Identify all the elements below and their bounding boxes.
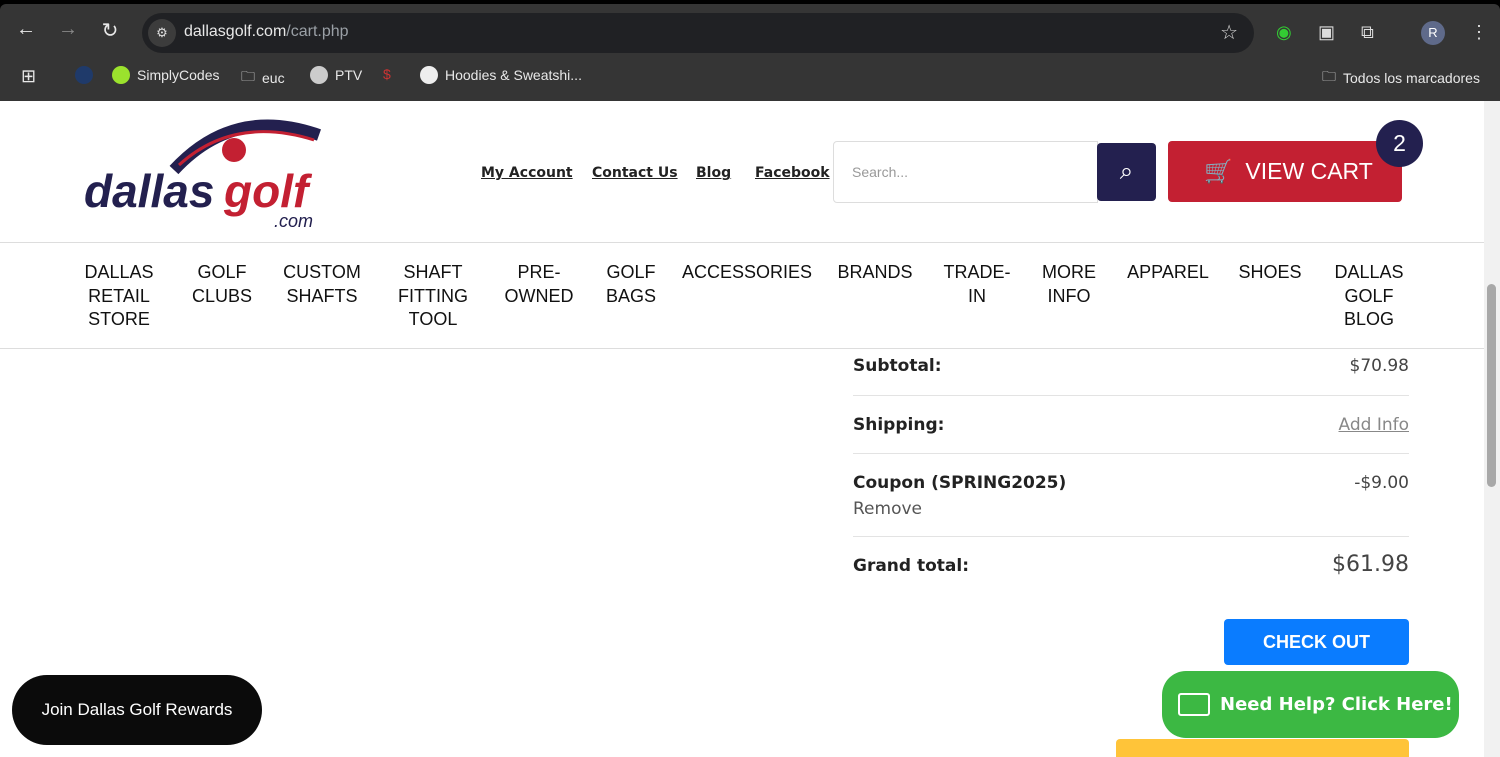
main-menu: DALLAS RETAIL STORE GOLF CLUBS CUSTOM SH… [0,242,1484,349]
menu-golf-bags[interactable]: GOLF BAGS [606,261,656,308]
menu-custom-shafts[interactable]: CUSTOM SHAFTS [283,261,361,308]
coupon-row: Coupon (SPRING2025) -$9.00 Remove [853,473,1409,519]
address-bar[interactable]: ⚙ dallasgolf.com/cart.php ☆ [142,13,1254,53]
contact-us-link[interactable]: Contact Us [592,165,678,181]
svg-text:golf: golf [223,165,313,217]
svg-text:dallas: dallas [84,165,214,217]
folder-icon: 🗀 [1322,68,1336,84]
grand-total-row: Grand total: $61.98 [853,552,1409,577]
shipping-row: Shipping: Add Info [853,415,1409,435]
menu-dallas-retail-store[interactable]: DALLAS RETAIL STORE [84,261,153,332]
profile-avatar[interactable]: R [1421,21,1445,45]
bookmark-euc[interactable]: 🗀 euc [241,66,285,90]
url-domain: dallasgolf.com [184,23,287,40]
view-cart-button[interactable]: 🛒 VIEW CART [1168,141,1402,202]
apps-grid-icon[interactable]: ⊞ [21,66,36,87]
menu-shoes[interactable]: SHOES [1238,261,1301,285]
menu-more-info[interactable]: MORE INFO [1042,261,1096,308]
cart-count-badge: 2 [1376,120,1423,167]
menu-accessories[interactable]: ACCESSORIES [682,261,812,285]
menu-trade-in[interactable]: TRADE- IN [944,261,1011,308]
menu-brands[interactable]: BRANDS [837,261,912,285]
extensions-puzzle-icon[interactable]: ⧉ [1361,22,1374,43]
forward-icon[interactable]: → [53,18,83,41]
all-bookmarks[interactable]: 🗀 Todos los marcadores [1322,66,1480,90]
bookmark-simplycodes[interactable]: SimplyCodes [112,66,219,84]
reload-icon[interactable]: ↻ [95,18,125,43]
blog-link[interactable]: Blog [696,165,731,181]
scrollbar[interactable] [1484,101,1500,757]
search-button[interactable]: ⌕ [1097,143,1156,201]
join-rewards-button[interactable]: Join Dallas Golf Rewards [12,675,262,745]
remove-coupon-link[interactable]: Remove [853,499,1409,519]
bookmark-ptv[interactable]: PTV [310,66,362,84]
menu-dots-icon[interactable]: ⋮ [1470,22,1488,43]
search-input[interactable]: Search... [833,141,1098,203]
extension-icon[interactable]: ▣ [1318,22,1335,43]
menu-apparel[interactable]: APPAREL [1127,261,1209,285]
bookmark-hoodies[interactable]: Hoodies & Sweatshi... [420,66,582,84]
my-account-link[interactable]: My Account [481,165,573,181]
back-icon[interactable]: ← [11,18,41,41]
subtotal-row: Subtotal: $70.98 [853,356,1409,376]
add-info-link[interactable]: Add Info [1339,415,1410,435]
facebook-link[interactable]: Facebook [755,165,830,181]
site-info-icon[interactable]: ⚙ [148,19,176,47]
checkout-button[interactable]: CHECK OUT [1224,619,1409,665]
bookmark-dollar[interactable]: $ [383,66,391,82]
svg-text:.com: .com [274,211,313,230]
search-icon: ⌕ [1119,158,1134,185]
paypal-button[interactable] [1116,739,1409,757]
menu-golf-clubs[interactable]: GOLF CLUBS [192,261,252,308]
browser-chrome: ← → ↻ ⚙ dallasgolf.com/cart.php ☆ ◉ ▣ ⧉ … [0,0,1500,101]
dallasgolf-logo[interactable]: dallas golf .com [84,115,354,230]
page-content: dallas golf .com My Account Contact Us B… [0,101,1484,757]
bookmark-star-icon[interactable]: ☆ [1220,20,1238,45]
need-help-button[interactable]: Need Help? Click Here! [1162,671,1459,738]
extension-icon[interactable]: ◉ [1276,22,1292,43]
menu-pre-owned[interactable]: PRE- OWNED [505,261,574,308]
cart-icon: 🛒 [1204,158,1233,184]
menu-shaft-fitting-tool[interactable]: SHAFT FITTING TOOL [398,261,468,332]
menu-dallas-golf-blog[interactable]: DALLAS GOLF BLOG [1334,261,1403,332]
envelope-icon [1178,693,1210,716]
folder-icon: 🗀 [241,68,255,84]
bookmark-favicon [75,66,93,84]
url-path: /cart.php [286,23,349,40]
